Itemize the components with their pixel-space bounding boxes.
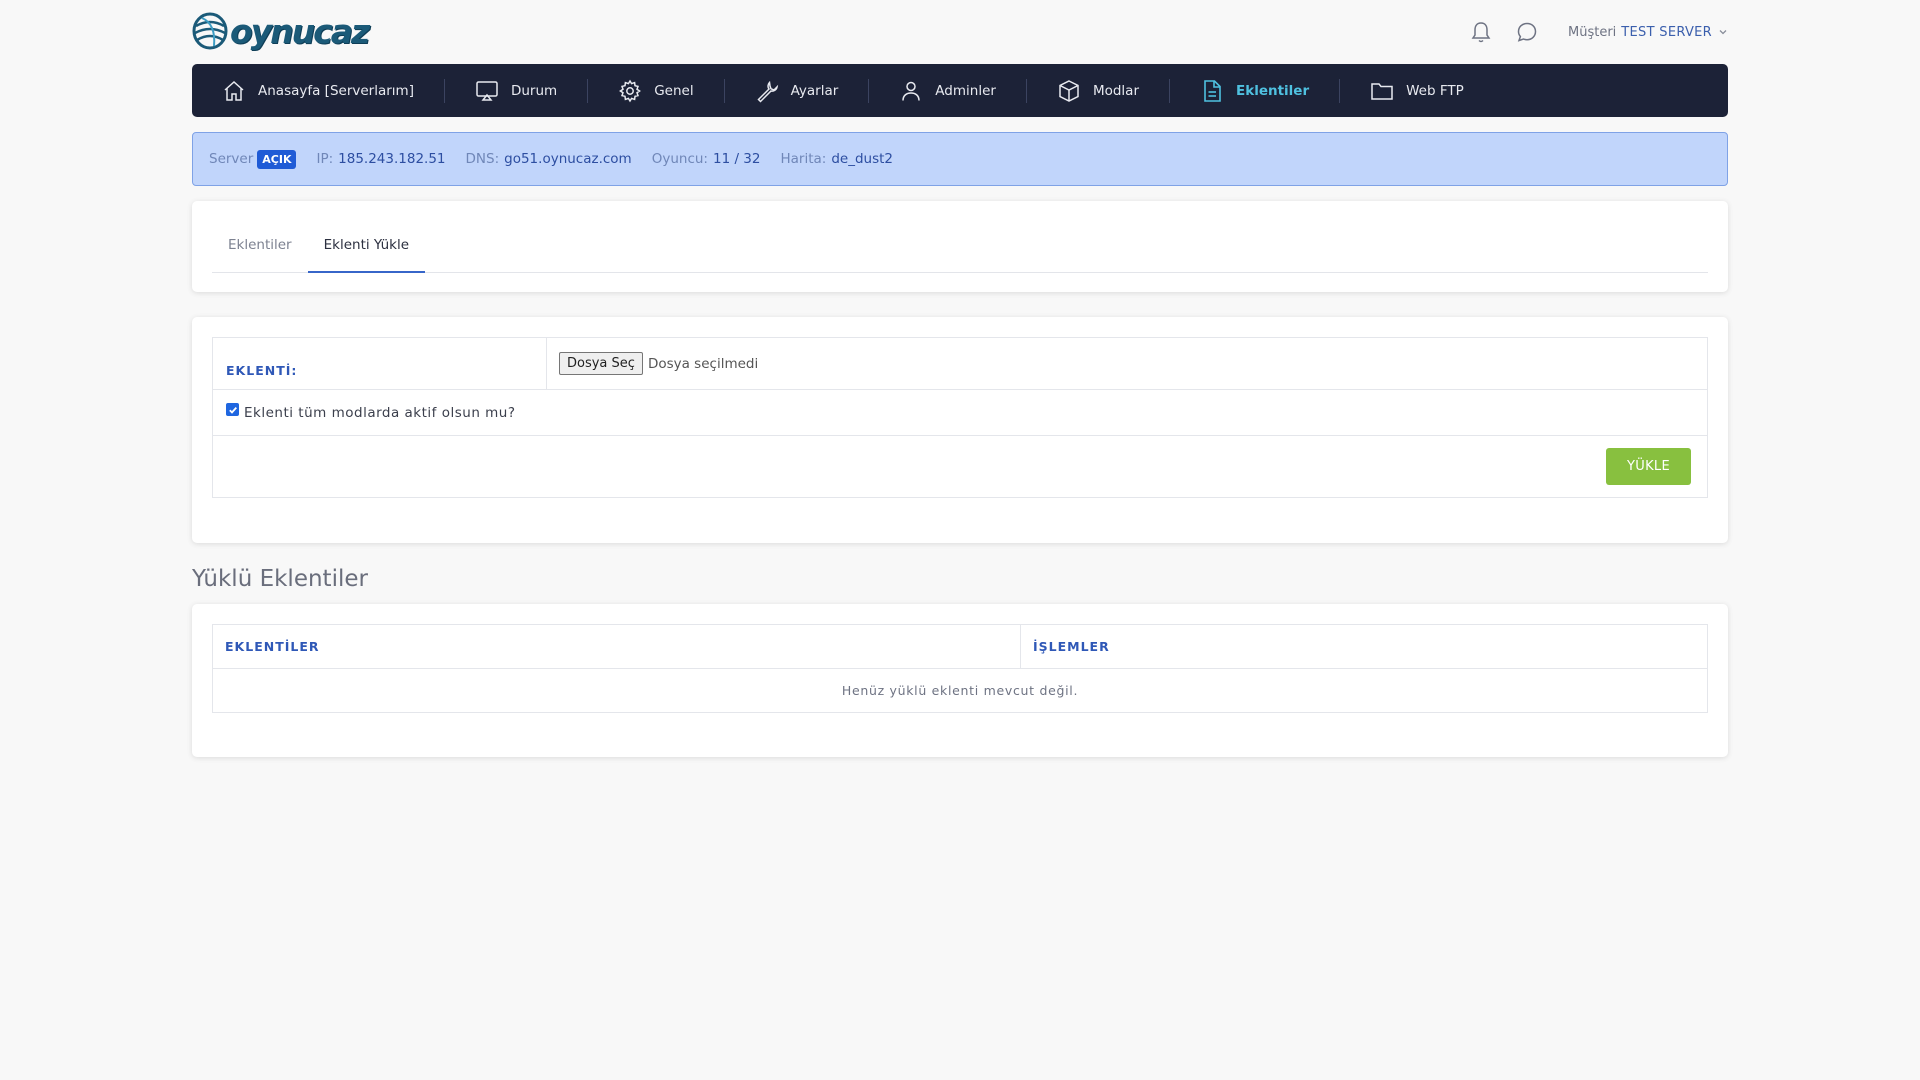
user-name: TEST SERVER bbox=[1621, 24, 1712, 40]
nav-divider bbox=[1025, 78, 1027, 103]
nav-label-home: Anasayfa [Serverlarım] bbox=[258, 82, 414, 99]
nav-item-adminler[interactable]: Adminler bbox=[899, 64, 996, 117]
empty-message: Henüz yüklü eklenti mevcut değil. bbox=[841, 683, 1079, 698]
tabs-card: Eklentiler Eklenti Yükle bbox=[192, 201, 1728, 292]
upload-button[interactable]: YÜKLE bbox=[1606, 448, 1691, 485]
all-mods-label: Eklenti tüm modlarda aktif olsun mu? bbox=[244, 404, 516, 421]
server-dns: DNS: go51.oynucaz.com bbox=[466, 151, 632, 167]
nav-item-home[interactable]: Anasayfa [Serverlarım] bbox=[222, 64, 414, 117]
home-icon bbox=[224, 80, 244, 101]
status-badge: AÇIK bbox=[257, 149, 297, 169]
all-mods-row: Eklenti tüm modlarda aktif olsun mu? bbox=[213, 390, 1707, 436]
plugin-label: EKLENTİ: bbox=[213, 337, 547, 390]
nav-item-modlar[interactable]: Modlar bbox=[1057, 64, 1139, 117]
nav-label-adminler: Adminler bbox=[935, 82, 996, 99]
box-icon bbox=[1059, 79, 1079, 102]
bell-icon[interactable] bbox=[1470, 21, 1492, 43]
logo[interactable]: oynucaz bbox=[192, 10, 370, 52]
nav-divider bbox=[1339, 78, 1341, 103]
chat-icon[interactable] bbox=[1516, 21, 1538, 43]
monitor-icon bbox=[476, 80, 498, 101]
nav-divider bbox=[587, 78, 589, 103]
players-value: 11 / 32 bbox=[712, 151, 761, 167]
installed-plugins-title: Yüklü Eklentiler bbox=[192, 566, 368, 592]
chevron-down-icon bbox=[1719, 30, 1727, 35]
all-mods-checkbox[interactable] bbox=[226, 403, 239, 416]
nav-label-durum: Durum bbox=[510, 82, 558, 99]
wrench-icon bbox=[757, 80, 778, 103]
nav-item-durum[interactable]: Durum bbox=[475, 64, 557, 117]
nav-item-genel[interactable]: Genel bbox=[618, 64, 694, 117]
user-menu[interactable]: Müşteri TEST SERVER bbox=[1568, 25, 1728, 40]
nav-label-web-ftp: Web FTP bbox=[1406, 82, 1464, 99]
file-input[interactable]: Dosya Seç Dosya seçilmedi bbox=[547, 352, 758, 375]
nav-item-eklentiler[interactable]: Eklentiler bbox=[1200, 64, 1309, 117]
nav-divider bbox=[723, 78, 725, 103]
nav-divider bbox=[1169, 78, 1170, 103]
installed-plugins-table: EKLENTİLER İŞLEMLER Henüz yüklü eklenti … bbox=[212, 624, 1708, 713]
nav-divider bbox=[868, 78, 870, 103]
user-prefix: Müşteri bbox=[1568, 24, 1617, 40]
nav-item-ayarlar[interactable]: Ayarlar bbox=[755, 64, 839, 117]
logo-globe-icon bbox=[192, 12, 228, 50]
top-header: oynucaz Müşteri TEST SERVER bbox=[192, 0, 1728, 64]
column-header-plugins: EKLENTİLER bbox=[213, 625, 1021, 668]
tab-bar: Eklentiler Eklenti Yükle bbox=[212, 225, 1708, 273]
nav-label-genel: Genel bbox=[654, 82, 694, 99]
logo-text: oynucaz bbox=[230, 11, 370, 51]
tab-eklenti-yukle[interactable]: Eklenti Yükle bbox=[307, 225, 426, 273]
server-map: Harita: de_dust2 bbox=[780, 151, 893, 167]
map-label: Harita: bbox=[780, 151, 827, 167]
server-ip: IP: 185.243.182.51 bbox=[316, 151, 445, 167]
file-row: EKLENTİ: Dosya Seç Dosya seçilmedi bbox=[213, 337, 1707, 390]
tab-eklentiler[interactable]: Eklentiler bbox=[212, 225, 308, 273]
map-value: de_dust2 bbox=[831, 151, 893, 167]
players-label: Oyuncu: bbox=[651, 151, 708, 167]
checkmark-icon bbox=[228, 406, 237, 414]
server-players: Oyuncu: 11 / 32 bbox=[652, 151, 761, 167]
column-header-actions: İŞLEMLER bbox=[1033, 639, 1110, 654]
ip-value: 185.243.182.51 bbox=[338, 151, 446, 167]
nav-item-web-ftp[interactable]: Web FTP bbox=[1370, 64, 1464, 117]
gear-icon bbox=[619, 79, 642, 102]
choose-file-button[interactable]: Dosya Seç bbox=[559, 352, 643, 375]
file-status: Dosya seçilmedi bbox=[647, 355, 759, 372]
nav-divider bbox=[443, 78, 445, 103]
nav-label-modlar: Modlar bbox=[1092, 82, 1139, 99]
dns-value: go51.oynucaz.com bbox=[504, 151, 632, 167]
ip-label: IP: bbox=[316, 151, 334, 167]
server-label: Server bbox=[209, 151, 254, 167]
nav-label-ayarlar: Ayarlar bbox=[790, 82, 839, 99]
table-header: EKLENTİLER İŞLEMLER bbox=[213, 625, 1707, 669]
top-right-actions: Müşteri TEST SERVER bbox=[1470, 18, 1728, 46]
upload-form: EKLENTİ: Dosya Seç Dosya seçilmedi Eklen… bbox=[212, 337, 1708, 498]
server-info-bar: Server AÇIK IP: 185.243.182.51 DNS: go51… bbox=[192, 132, 1728, 186]
upload-card: EKLENTİ: Dosya Seç Dosya seçilmedi Eklen… bbox=[192, 317, 1728, 543]
page: oynucaz Müşteri TEST SERVER Anasayfa [Se… bbox=[192, 0, 1728, 757]
file-icon bbox=[1204, 79, 1221, 102]
user-icon bbox=[902, 81, 921, 101]
submit-row: YÜKLE bbox=[213, 436, 1707, 497]
nav-label-eklentiler: Eklentiler bbox=[1236, 82, 1310, 99]
dns-label: DNS: bbox=[465, 151, 500, 167]
installed-plugins-card: EKLENTİLER İŞLEMLER Henüz yüklü eklenti … bbox=[192, 604, 1728, 757]
folder-icon bbox=[1371, 82, 1393, 100]
main-nav: Anasayfa [Serverlarım] Durum Genel Ayarl… bbox=[192, 64, 1728, 117]
server-status: Server AÇIK bbox=[209, 149, 297, 169]
